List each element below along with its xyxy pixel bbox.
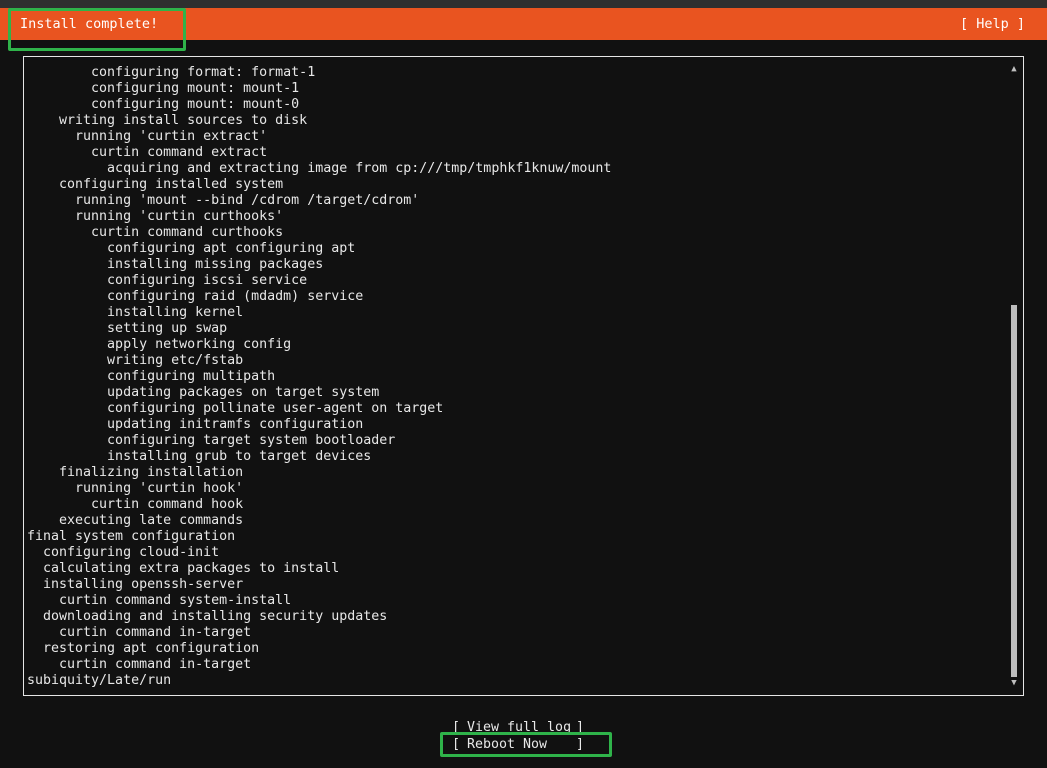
view-full-log-label: View full log bbox=[467, 720, 572, 732]
log-line: configuring mount: mount-1 bbox=[27, 81, 300, 96]
log-line: configuring format: format-1 bbox=[27, 65, 316, 80]
log-line: running 'curtin hook' bbox=[27, 481, 244, 496]
log-line: configuring raid (mdadm) service bbox=[27, 289, 364, 304]
log-line: curtin command system-install bbox=[27, 593, 292, 608]
bracket-left: [ bbox=[452, 720, 461, 732]
log-line: running 'curtin extract' bbox=[27, 129, 268, 144]
log-lines: configuring format: format-1 configuring… bbox=[27, 65, 611, 689]
top-strip bbox=[0, 0, 1047, 8]
reboot-now-button[interactable]: [ Reboot Now ] bbox=[452, 737, 588, 753]
scroll-thumb[interactable] bbox=[1011, 305, 1017, 677]
log-line: restoring apt configuration bbox=[27, 641, 260, 656]
log-line: configuring multipath bbox=[27, 369, 276, 384]
log-line: final system configuration bbox=[27, 529, 236, 544]
log-scrollbar[interactable]: ▲ ▼ bbox=[1009, 63, 1019, 689]
log-line: configuring target system bootloader bbox=[27, 433, 396, 448]
log-line: curtin command in-target bbox=[27, 657, 252, 672]
log-line: configuring installed system bbox=[27, 177, 284, 192]
log-line: subiquity/Late/run bbox=[27, 673, 172, 688]
log-line: updating initramfs configuration bbox=[27, 417, 364, 432]
log-line: running 'curtin curthooks' bbox=[27, 209, 284, 224]
log-line: writing etc/fstab bbox=[27, 353, 244, 368]
bracket-right: ] bbox=[575, 737, 584, 752]
log-line: setting up swap bbox=[27, 321, 228, 336]
installer-screen: Install complete! [ Help ] configuring f… bbox=[0, 0, 1047, 768]
log-line: installing missing packages bbox=[27, 257, 324, 272]
header-title: Install complete! bbox=[20, 16, 159, 32]
log-line: writing install sources to disk bbox=[27, 113, 308, 128]
scroll-up-icon[interactable]: ▲ bbox=[1009, 63, 1019, 75]
log-line: configuring iscsi service bbox=[27, 273, 308, 288]
log-line: installing openssh-server bbox=[27, 577, 244, 592]
log-line: configuring apt configuring apt bbox=[27, 241, 356, 256]
log-line: curtin command in-target bbox=[27, 625, 252, 640]
log-line: executing late commands bbox=[27, 513, 244, 528]
log-line: curtin command extract bbox=[27, 145, 268, 160]
log-line: configuring mount: mount-0 bbox=[27, 97, 300, 112]
log-line: curtin command hook bbox=[27, 497, 244, 512]
scroll-down-icon[interactable]: ▼ bbox=[1009, 677, 1019, 689]
log-line: acquiring and extracting image from cp:/… bbox=[27, 161, 612, 176]
header-bar: Install complete! [ Help ] bbox=[0, 8, 1047, 40]
bracket-left: [ bbox=[452, 737, 461, 752]
log-line: configuring cloud-init bbox=[27, 545, 220, 560]
reboot-now-label: Reboot Now bbox=[467, 737, 548, 752]
log-line: installing kernel bbox=[27, 305, 244, 320]
log-line: apply networking config bbox=[27, 337, 292, 352]
log-line: downloading and installing security upda… bbox=[27, 609, 388, 624]
install-log-panel[interactable]: configuring format: format-1 configuring… bbox=[23, 56, 1024, 696]
log-line: configuring pollinate user-agent on targ… bbox=[27, 401, 444, 416]
log-line: calculating extra packages to install bbox=[27, 561, 340, 576]
log-line: updating packages on target system bbox=[27, 385, 380, 400]
bracket-right: ] bbox=[575, 720, 584, 732]
view-full-log-button[interactable]: [ View full log ] bbox=[452, 720, 588, 732]
log-line: curtin command curthooks bbox=[27, 225, 284, 240]
help-button[interactable]: [ Help ] bbox=[960, 8, 1025, 40]
log-line: finalizing installation bbox=[27, 465, 244, 480]
log-line: running 'mount --bind /cdrom /target/cdr… bbox=[27, 193, 420, 208]
log-line: installing grub to target devices bbox=[27, 449, 372, 464]
